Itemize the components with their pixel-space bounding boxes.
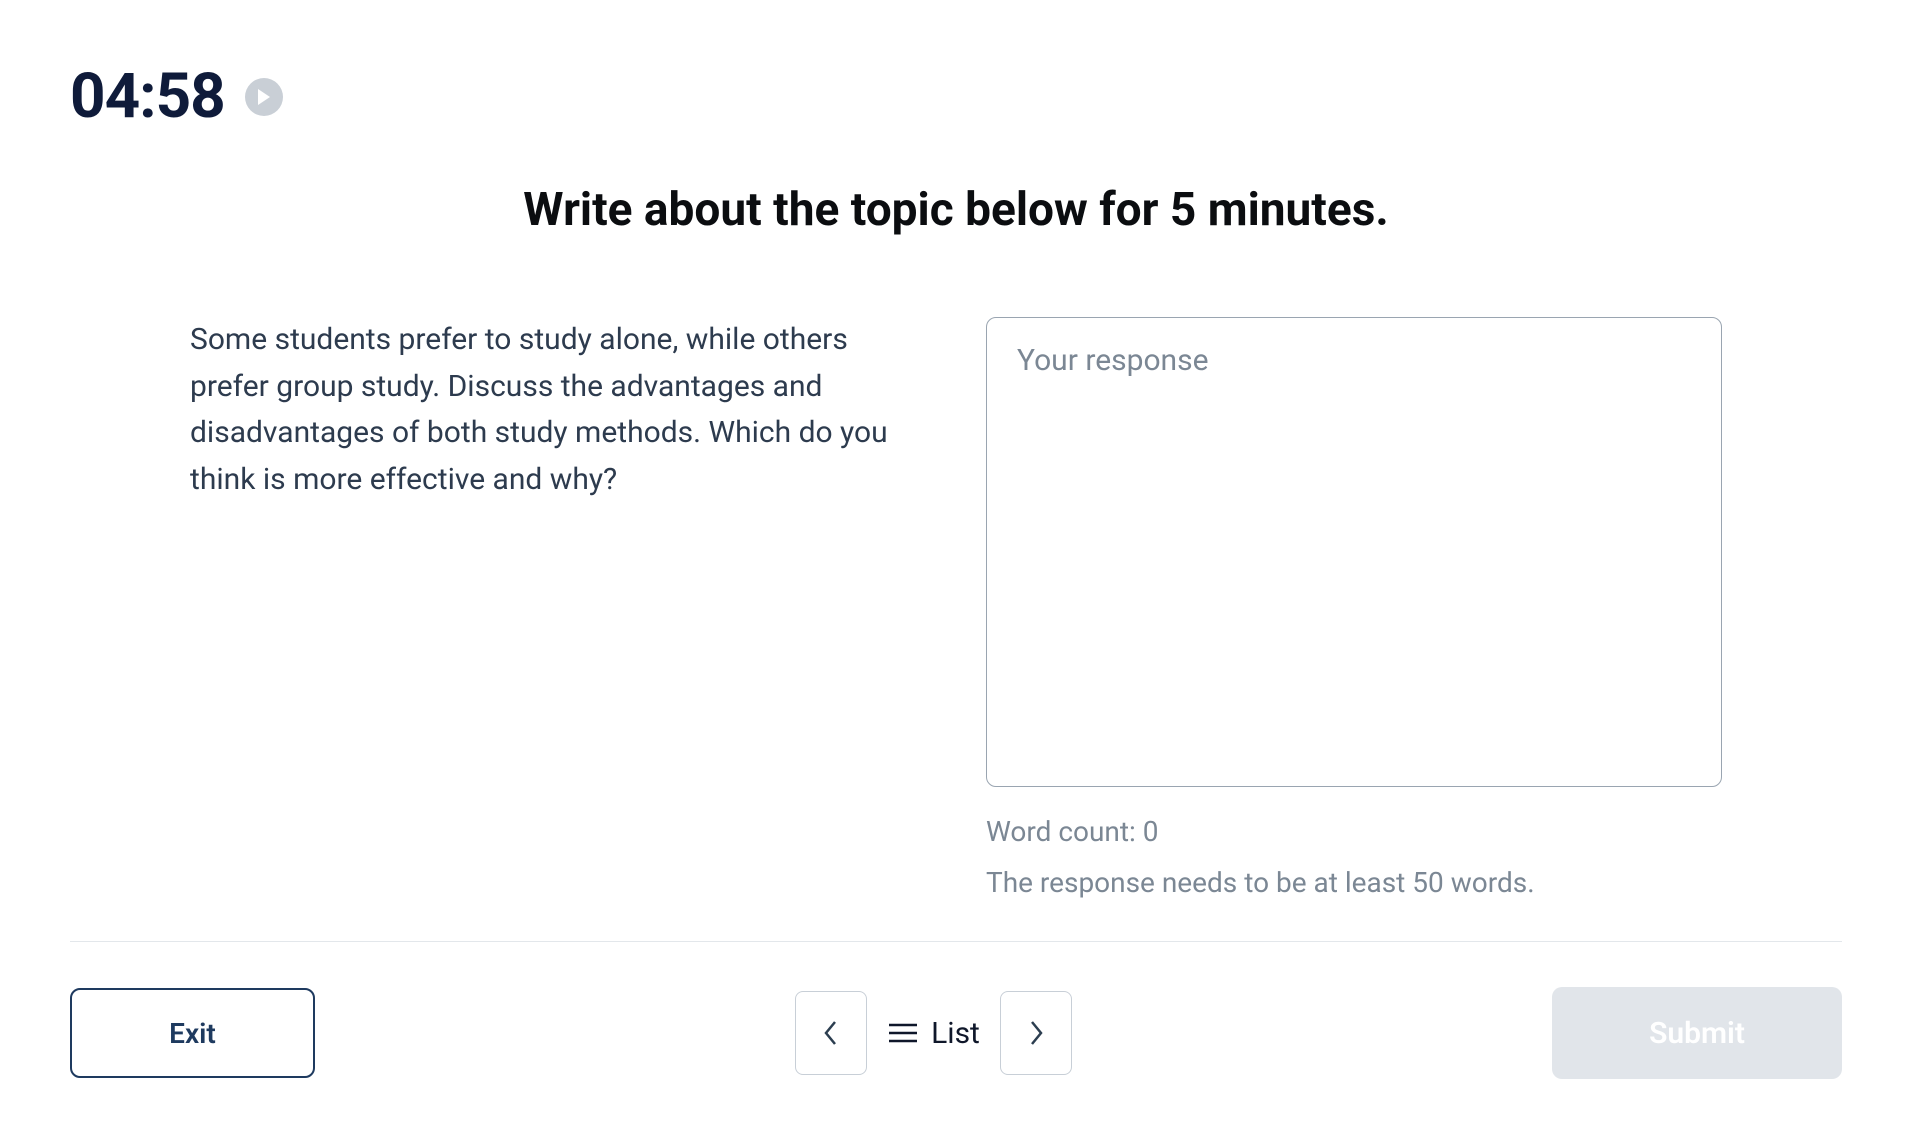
min-words-label: The response needs to be at least 50 wor… xyxy=(986,866,1722,899)
nav-center: List xyxy=(795,991,1072,1075)
exit-button[interactable]: Exit xyxy=(70,988,315,1078)
footer-bar: Exit List Submit xyxy=(70,941,1842,1079)
play-button[interactable] xyxy=(245,78,283,116)
chevron-left-icon xyxy=(822,1018,840,1048)
menu-icon xyxy=(887,1021,919,1045)
response-column: Word count: 0 The response needs to be a… xyxy=(986,317,1722,899)
timer-row: 04:58 xyxy=(70,60,1842,133)
timer-value: 04:58 xyxy=(70,60,225,133)
prompt-text: Some students prefer to study alone, whi… xyxy=(190,317,926,899)
prev-button[interactable] xyxy=(795,991,867,1075)
play-icon xyxy=(256,88,272,106)
list-button[interactable]: List xyxy=(887,1016,980,1051)
instruction-heading: Write about the topic below for 5 minute… xyxy=(70,183,1842,237)
chevron-right-icon xyxy=(1027,1018,1045,1048)
word-count-label: Word count: 0 xyxy=(986,815,1722,848)
response-input[interactable] xyxy=(986,317,1722,787)
list-label: List xyxy=(931,1016,980,1051)
submit-button[interactable]: Submit xyxy=(1552,987,1842,1079)
content-area: Some students prefer to study alone, whi… xyxy=(70,317,1842,899)
next-button[interactable] xyxy=(1000,991,1072,1075)
